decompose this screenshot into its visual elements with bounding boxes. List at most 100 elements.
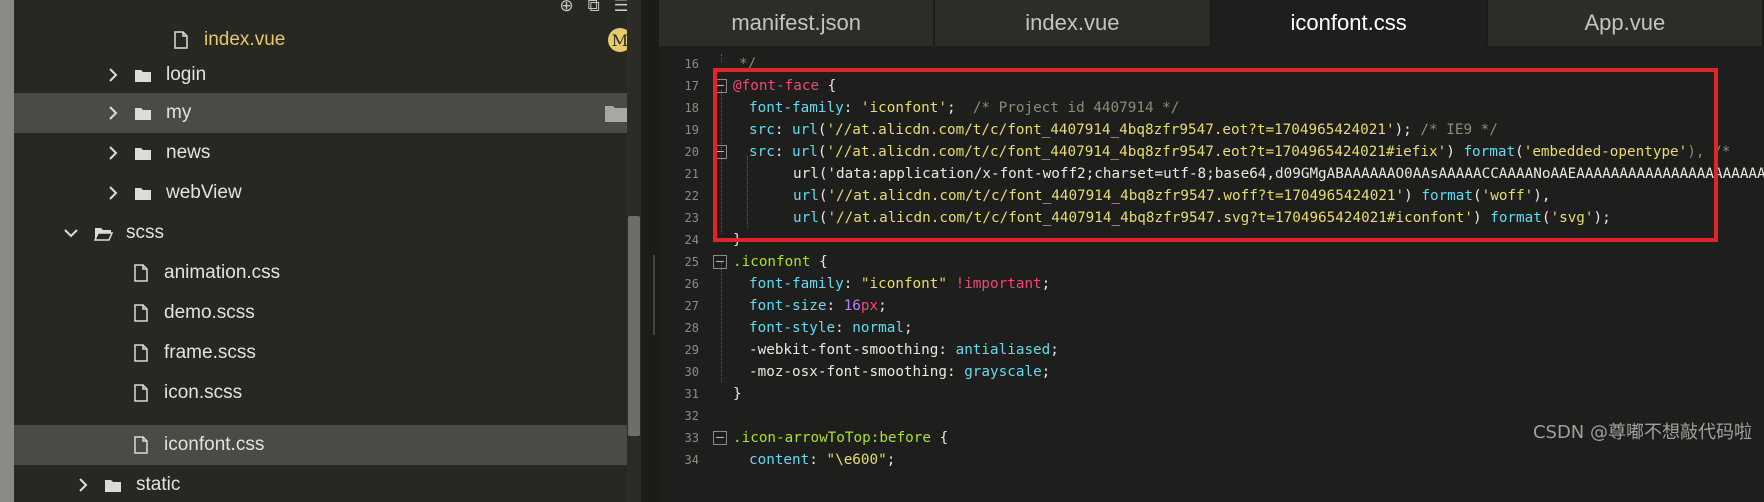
file-icon [130,302,152,324]
code-token: : [809,452,827,468]
folder-icon [132,64,154,86]
tab-index-vue[interactable]: index.vue [935,0,1212,46]
collapse-icon[interactable]: ⧉ [588,0,600,18]
code-token: : [835,320,853,336]
tree-item-my[interactable]: my [14,93,641,133]
splitter-grip [653,255,655,335]
code-line: 28 font-style: normal; [659,316,1764,340]
line-number: 17 [684,79,699,93]
code-token: font-style [749,320,836,336]
left-gutter-strip [0,0,14,502]
fold-toggle-icon[interactable] [713,431,727,445]
line-number: 32 [684,409,699,423]
tree-item-demo-scss[interactable]: demo.scss [14,293,641,333]
tab-iconfont-css[interactable]: iconfont.css [1211,0,1488,46]
code-token: px [860,298,879,314]
code-token: ; [878,298,887,314]
chevron-right-icon[interactable] [74,476,92,494]
code-token: grayscale [964,364,1042,380]
code-token: ; [1050,342,1059,358]
code-line: 31 } [659,382,1764,406]
file-icon [170,29,192,51]
chevron-right-icon[interactable] [104,66,122,84]
code-line: 27 font-size: 16px; [659,294,1764,318]
line-number: 20 [684,145,699,159]
code-token: ; [1041,364,1051,380]
line-number: 24 [684,233,699,247]
folder-icon [132,142,154,164]
line-number: 30 [684,365,699,379]
code-line: 29 -webkit-font-smoothing: antialiased; [659,338,1764,362]
file-icon [130,382,152,404]
tree-item-animation-css[interactable]: animation.css [14,253,641,293]
pane-splitter[interactable] [641,0,659,502]
code-token: -webkit-font-smoothing [749,342,939,358]
file-icon [130,342,152,364]
tree-item-label: login [166,64,207,85]
chevron-right-icon[interactable] [104,144,122,162]
tree-item-label: iconfont.css [164,434,265,455]
line-number: 25 [684,255,699,269]
tree-item-icon-scss[interactable]: icon.scss [14,373,641,413]
tree-item-label: index.vue [204,29,286,50]
folder-icon [132,102,154,124]
tree-item-static[interactable]: static [14,465,641,502]
code-token: ; [886,452,896,468]
tree-item-label: frame.scss [164,342,256,363]
chevron-right-icon[interactable] [104,184,122,202]
tree-item-label: scss [126,222,164,243]
tree-item-login[interactable]: login [14,55,641,95]
explorer-scrollbar-thumb[interactable] [628,216,640,436]
tree-item-webview[interactable]: webView [14,173,641,213]
tree-item-scss[interactable]: scss [14,213,641,253]
tree-item-label: static [136,474,181,495]
editor-tab-bar: manifest.json index.vue iconfont.css App… [659,0,1764,46]
line-number: 22 [684,189,699,203]
tree-item-label: my [166,102,192,123]
watermark: CSDN @尊嘟不想敲代码啦 [1532,422,1752,443]
tree-item-label: webView [166,182,242,203]
line-number: 27 [684,299,699,313]
target-icon[interactable]: ⊕ [559,0,573,18]
chevron-down-icon[interactable] [62,224,80,242]
tree-item-frame-scss[interactable]: frame.scss [14,333,641,373]
code-token: 16 [843,298,861,314]
line-number: 26 [684,277,699,291]
folder-icon [132,182,154,204]
tab-manifest-json[interactable]: manifest.json [659,0,936,46]
file-icon [130,262,152,284]
line-number: 18 [684,101,699,115]
tree-item-label: icon.scss [164,382,243,403]
code-token: normal [852,320,904,336]
code-token: "iconfont" [860,276,947,292]
code-token: ; [903,320,913,336]
line-number: 31 [684,387,699,401]
code-token: ; [1041,276,1051,292]
line-number: 19 [684,123,699,137]
code-token: : [826,298,844,314]
code-token: font-family [749,276,844,292]
tree-item-label: news [166,142,211,163]
code-token: { [930,430,949,446]
code-token: -moz-osx-font-smoothing [749,364,947,380]
tree-item-label: demo.scss [164,302,255,323]
line-number: 16 [684,57,699,71]
code-line: 25 .iconfont { [659,250,1764,274]
code-token: !important [955,276,1042,292]
tree-item-iconfont-css[interactable]: iconfont.css [14,425,641,465]
chevron-right-icon[interactable] [104,104,122,122]
code-token: } [733,386,742,402]
project-explorer: ⊕ ⧉ ☰ index.vue M login my news webView … [14,0,641,502]
tree-item-news[interactable]: news [14,133,641,173]
tree-item-index-vue[interactable]: index.vue M [14,20,641,60]
code-token: : [946,364,965,380]
folder-icon [102,474,124,496]
tab-app-vue[interactable]: App.vue [1487,0,1764,46]
line-number: 28 [684,321,699,335]
open-folder-icon[interactable] [604,103,628,123]
code-line: 30 -moz-osx-font-smoothing: grayscale; [659,360,1764,384]
code-token: .icon-arrowToTop:before [733,430,931,446]
fold-toggle-icon[interactable] [713,255,727,269]
code-token: content [749,452,810,468]
folder-open-icon [92,222,114,244]
